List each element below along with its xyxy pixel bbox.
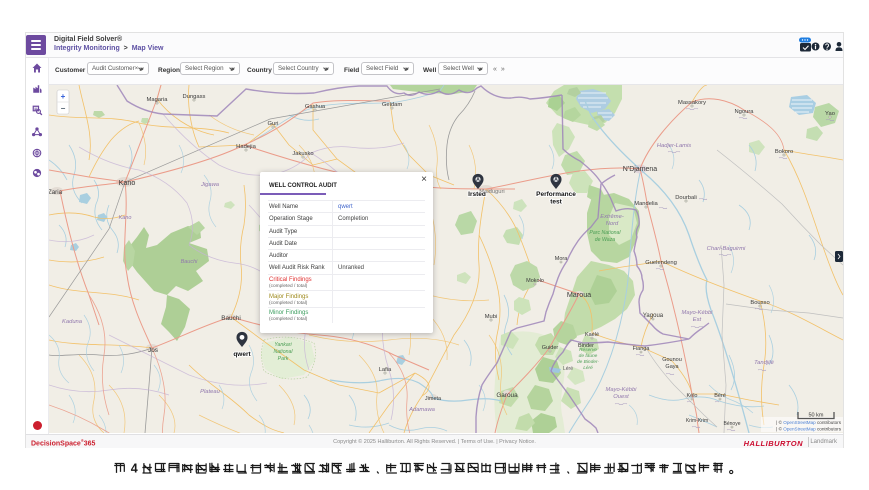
svg-text:Guri: Guri — [268, 121, 279, 127]
svg-text:Est: Est — [693, 317, 702, 323]
svg-text:Bénoye: Bénoye — [724, 421, 741, 427]
svg-text:Bauchi: Bauchi — [181, 259, 199, 265]
svg-text:Guider: Guider — [542, 345, 559, 351]
svg-text:| © OpenStreetMap contributors: | © OpenStreetMap contributors — [776, 426, 842, 432]
svg-text:Bokoro: Bokoro — [775, 149, 793, 155]
svg-text:de Waza: de Waza — [595, 237, 615, 243]
svg-text:Jakusko: Jakusko — [292, 151, 313, 157]
svg-text:Parc National: Parc National — [589, 230, 621, 236]
svg-text:Léré: Léré — [583, 365, 593, 371]
svg-text:Nord: Nord — [606, 221, 619, 227]
svg-text:Gashua: Gashua — [305, 104, 326, 110]
svg-text:50 km: 50 km — [809, 413, 824, 419]
svg-text:Jimeta: Jimeta — [425, 396, 442, 402]
svg-text:Yao: Yao — [825, 111, 835, 117]
svg-text:Tandjilé: Tandjilé — [754, 360, 775, 366]
svg-text:Yankari: Yankari — [274, 342, 292, 348]
svg-text:Maroua: Maroua — [567, 290, 591, 299]
svg-text:Jigawa: Jigawa — [200, 182, 220, 188]
svg-text:Bauchi: Bauchi — [221, 315, 241, 322]
svg-text:Jos: Jos — [148, 347, 158, 354]
svg-text:Guelendeng: Guelendeng — [645, 260, 677, 266]
svg-text:Mayo-Kébbi: Mayo-Kébbi — [606, 387, 638, 393]
svg-text:Adamawa: Adamawa — [408, 407, 436, 413]
svg-text:Chari-Baguirmi: Chari-Baguirmi — [707, 246, 746, 252]
svg-text:Park: Park — [278, 356, 289, 362]
svg-text:+: + — [61, 92, 66, 101]
svg-text:Kélo: Kélo — [686, 393, 697, 399]
svg-text:Léré: Léré — [563, 366, 573, 372]
svg-text:Fianga: Fianga — [633, 346, 651, 352]
svg-text:Ouest: Ouest — [613, 394, 629, 400]
svg-text:National: National — [273, 349, 293, 355]
svg-text:Bousso: Bousso — [750, 300, 769, 306]
svg-text:Garoua: Garoua — [496, 392, 518, 399]
svg-text:Kaduna: Kaduna — [62, 319, 83, 325]
svg-text:Gounou: Gounou — [662, 357, 682, 363]
svg-text:Performance: Performance — [536, 191, 576, 198]
svg-text:Gaya: Gaya — [665, 364, 679, 370]
svg-text:Magaria: Magaria — [147, 97, 169, 103]
svg-text:qwert: qwert — [233, 351, 251, 358]
svg-text:Ngoura: Ngoura — [734, 109, 754, 115]
svg-text:N'Djamena: N'Djamena — [623, 166, 658, 173]
svg-text:Lafia: Lafia — [379, 367, 392, 373]
svg-text:Hadjer-Lamis: Hadjer-Lamis — [657, 143, 691, 149]
svg-text:Mayo-Kébbi: Mayo-Kébbi — [682, 310, 714, 316]
svg-text:Béré: Béré — [714, 393, 726, 399]
svg-text:Dungass: Dungass — [183, 94, 206, 100]
svg-text:de Binder-: de Binder- — [577, 359, 599, 365]
svg-text:Extrême-: Extrême- — [600, 214, 624, 220]
svg-text:Mandelia: Mandelia — [634, 201, 658, 207]
svg-text:Krim-Krim: Krim-Krim — [686, 418, 708, 424]
svg-text:de faune: de faune — [579, 353, 598, 359]
svg-text:−: − — [61, 104, 66, 113]
svg-text:Kano: Kano — [119, 178, 136, 187]
svg-text:4: 4 — [131, 462, 138, 476]
svg-text:Zaria: Zaria — [49, 189, 63, 196]
svg-text:Plateau: Plateau — [200, 389, 220, 395]
svg-text:Kano: Kano — [119, 215, 132, 221]
svg-text:Mubi: Mubi — [485, 314, 498, 320]
svg-text:Mokolo: Mokolo — [526, 278, 544, 284]
svg-text:test: test — [550, 199, 562, 206]
svg-text:Geidam: Geidam — [382, 102, 402, 108]
svg-text:Irsted: Irsted — [468, 191, 486, 198]
svg-text:Mora: Mora — [555, 256, 568, 262]
svg-text:| © OpenStreetMap contributors: | © OpenStreetMap contributors — [776, 419, 842, 425]
svg-text:Yagoua: Yagoua — [643, 313, 664, 319]
svg-text:Dourbali: Dourbali — [675, 195, 697, 201]
svg-text:Binder: Binder — [578, 343, 594, 349]
svg-text:Hadejia: Hadejia — [236, 144, 256, 150]
svg-text:Kaélé: Kaélé — [585, 332, 599, 338]
svg-text:Massakory: Massakory — [678, 100, 706, 106]
